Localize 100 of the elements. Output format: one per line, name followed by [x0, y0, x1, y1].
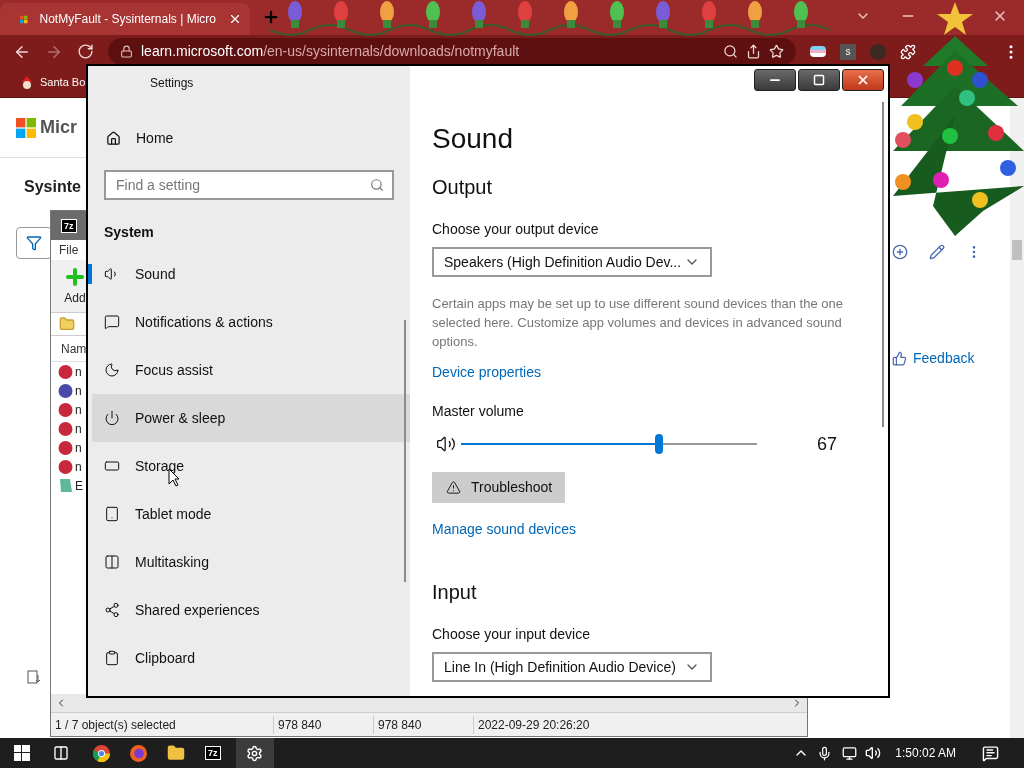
extensions-icon[interactable]: [900, 43, 916, 60]
bookmark-star-icon[interactable]: [769, 44, 784, 59]
microsoft-logo-icon: [16, 117, 36, 138]
search-icon[interactable]: [723, 44, 738, 59]
windows-start-icon[interactable]: [14, 745, 30, 761]
status-text: 2022-09-29 20:26:20: [473, 715, 590, 734]
nav-item[interactable]: Focus assist: [92, 346, 410, 394]
reload-icon[interactable]: [77, 43, 94, 60]
file-name: n: [75, 439, 82, 457]
file-row[interactable]: n: [51, 419, 85, 438]
url-text: learn.microsoft.com/en-us/sysinternals/downloads/notmyfault: [141, 42, 520, 61]
file-row[interactable]: n: [51, 362, 85, 381]
file-name: n: [75, 363, 82, 381]
nav-item[interactable]: Tablet mode: [92, 490, 410, 538]
share-icon[interactable]: [746, 44, 761, 59]
settings-taskbar-button[interactable]: [235, 738, 274, 768]
filter-icon: [26, 235, 42, 251]
extension-badge[interactable]: s: [840, 43, 856, 60]
edit-icon[interactable]: [929, 244, 945, 260]
feedback-link[interactable]: Feedback: [892, 348, 982, 369]
flag-extension-icon[interactable]: [810, 46, 826, 57]
nav-item[interactable]: Notifications & actions: [92, 298, 410, 346]
nav-item[interactable]: Power & sleep: [92, 394, 410, 442]
nav-item[interactable]: Home: [88, 114, 410, 162]
star-icon: [936, 2, 974, 36]
new-tab-icon[interactable]: [262, 8, 280, 26]
volume-icon[interactable]: [865, 745, 882, 761]
browser-tab[interactable]: NotMyFault - Sysinternals | Micro: [0, 3, 250, 35]
nav-item[interactable]: Sound: [92, 250, 410, 298]
chrome-icon[interactable]: [93, 744, 110, 762]
status-text: 1 / 7 object(s) selected: [54, 716, 177, 734]
file-row[interactable]: n: [51, 400, 85, 419]
archiver-taskbar-icon[interactable]: 7z: [205, 746, 221, 760]
file-menu[interactable]: File: [59, 241, 79, 259]
file-name: E: [75, 477, 83, 495]
scrollbar-thumb[interactable]: [404, 320, 406, 582]
microphone-icon[interactable]: [817, 745, 833, 761]
file-row[interactable]: n: [51, 457, 85, 476]
storage-icon: [104, 458, 120, 474]
device-properties-link[interactable]: Device properties: [432, 362, 541, 382]
archiver-logo: 7z: [61, 218, 77, 233]
bookmark-link[interactable]: Santa Bo: [40, 74, 86, 91]
nav-item[interactable]: Multitasking: [92, 538, 410, 586]
task-view-icon[interactable]: [53, 745, 69, 761]
file-row[interactable]: n: [51, 381, 85, 400]
close-button[interactable]: [842, 69, 884, 91]
output-device-dropdown[interactable]: Speakers (High Definition Audio Dev...: [432, 247, 712, 277]
maximize-icon: [813, 74, 825, 86]
scrollbar-thumb[interactable]: [882, 102, 884, 427]
field-label: Choose your input device: [432, 625, 591, 644]
power-icon: [104, 410, 120, 426]
nav-item[interactable]: Storage: [92, 442, 410, 490]
nav-item[interactable]: Shared experiences: [92, 586, 410, 634]
file-row[interactable]: n: [51, 438, 85, 457]
file-row[interactable]: E: [51, 476, 85, 495]
status-text: 978 840: [373, 715, 473, 734]
column-header[interactable]: Nam: [61, 339, 87, 358]
folder-icon[interactable]: [167, 744, 185, 762]
scrollbar-thumb[interactable]: [1012, 240, 1022, 260]
notifications-icon: [104, 314, 120, 330]
page-title: Sound: [432, 122, 514, 156]
thumbs-up-icon: [892, 351, 907, 366]
status-text: 978 840: [273, 715, 373, 734]
add-button[interactable]: Add: [63, 265, 87, 307]
section-heading: Input: [432, 580, 478, 605]
shared-icon: [104, 602, 120, 618]
slider-thumb[interactable]: [655, 434, 664, 454]
clipboard-icon: [104, 650, 120, 666]
add-icon[interactable]: [892, 244, 908, 260]
lock-icon: [120, 45, 133, 58]
search-icon: [370, 178, 384, 192]
home-icon: [106, 130, 121, 146]
section-heading: System: [103, 223, 155, 242]
speaker-icon[interactable]: [436, 434, 456, 454]
nav-item[interactable]: Clipboard: [92, 634, 410, 682]
window-title: Settings: [150, 75, 194, 92]
file-name: n: [75, 401, 82, 419]
volume-slider[interactable]: [461, 434, 757, 454]
warning-icon: [446, 480, 461, 495]
close-icon: [856, 73, 870, 87]
notifications-icon[interactable]: [982, 744, 999, 762]
section-heading: Output: [432, 175, 494, 200]
tab-title: NotMyFault - Sysinternals | Micro: [39, 11, 216, 28]
site-logo-text: Micr: [40, 116, 77, 139]
minimize-button[interactable]: [754, 69, 796, 91]
troubleshoot-button[interactable]: Troubleshoot: [432, 472, 565, 503]
settings-icon: [246, 744, 263, 762]
network-icon[interactable]: [842, 745, 858, 761]
download-icon: [27, 670, 41, 684]
file-name: n: [75, 420, 82, 438]
maximize-button[interactable]: [798, 69, 840, 91]
input-device-dropdown[interactable]: Line In (High Definition Audio Device): [432, 652, 712, 682]
file-name: n: [75, 458, 82, 476]
clock-text[interactable]: 1:50:02 AM: [895, 744, 956, 762]
search-field[interactable]: Find a setting: [104, 170, 394, 200]
focus-icon: [104, 362, 120, 378]
file-name: n: [75, 382, 82, 400]
close-icon[interactable]: [228, 12, 242, 26]
address-bar[interactable]: learn.microsoft.com/en-us/sysinternals/downloads/notmyfault: [108, 38, 796, 65]
manage-devices-link[interactable]: Manage sound devices: [432, 519, 576, 539]
